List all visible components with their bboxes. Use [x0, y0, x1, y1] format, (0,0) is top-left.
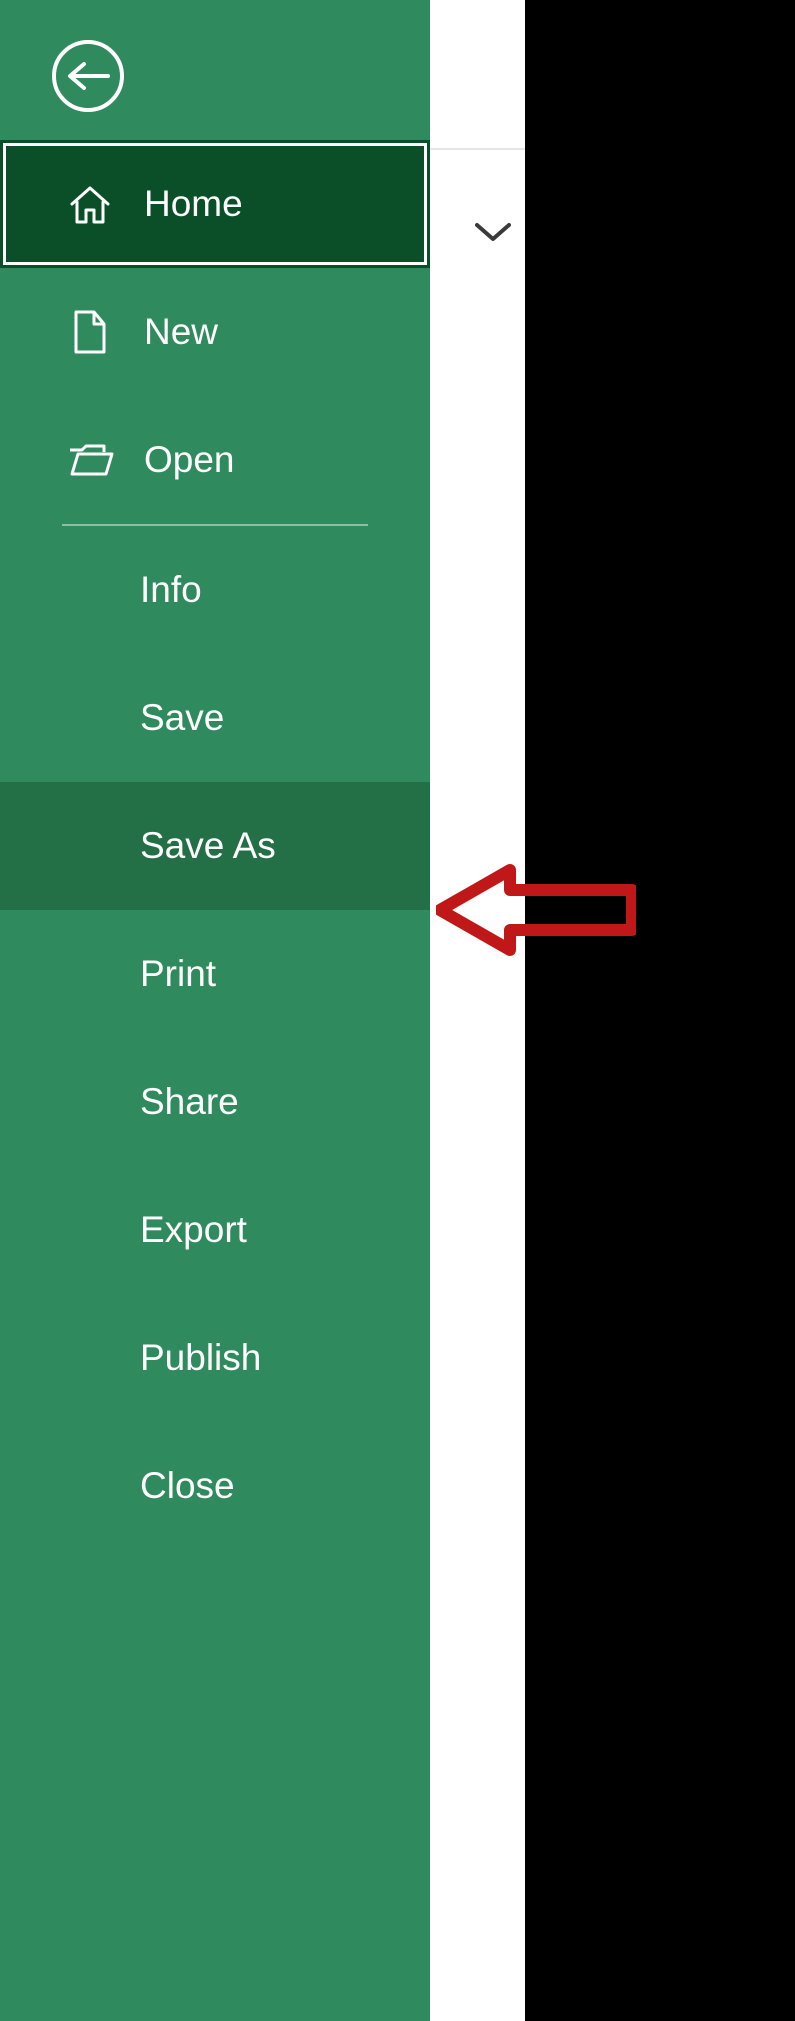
content-panel-sliver: [430, 0, 525, 2021]
nav-save-label: Save: [140, 697, 224, 739]
nav-export[interactable]: Export: [0, 1166, 430, 1294]
chevron-down-icon[interactable]: [470, 210, 515, 255]
nav-new-label: New: [144, 311, 218, 353]
nav-close[interactable]: Close: [0, 1422, 430, 1550]
nav-info[interactable]: Info: [0, 526, 430, 654]
nav-home-label: Home: [144, 183, 243, 225]
backstage-nav: Home New Open: [0, 140, 430, 1550]
back-button[interactable]: [52, 40, 124, 112]
nav-publish[interactable]: Publish: [0, 1294, 430, 1422]
nav-print-label: Print: [140, 953, 216, 995]
home-icon: [62, 182, 118, 226]
nav-home[interactable]: Home: [0, 140, 430, 268]
nav-share[interactable]: Share: [0, 1038, 430, 1166]
file-backstage-sidebar: Home New Open: [0, 0, 430, 2021]
nav-print[interactable]: Print: [0, 910, 430, 1038]
nav-new[interactable]: New: [0, 268, 430, 396]
nav-open-label: Open: [144, 439, 235, 481]
nav-info-label: Info: [140, 569, 202, 611]
nav-open[interactable]: Open: [0, 396, 430, 524]
open-folder-icon: [62, 440, 118, 480]
nav-close-label: Close: [140, 1465, 235, 1507]
panel-divider: [430, 148, 525, 150]
nav-save-as[interactable]: Save As: [0, 782, 430, 910]
new-file-icon: [62, 308, 118, 356]
nav-publish-label: Publish: [140, 1337, 261, 1379]
nav-export-label: Export: [140, 1209, 247, 1251]
nav-share-label: Share: [140, 1081, 239, 1123]
nav-save-as-label: Save As: [140, 825, 276, 867]
nav-save[interactable]: Save: [0, 654, 430, 782]
